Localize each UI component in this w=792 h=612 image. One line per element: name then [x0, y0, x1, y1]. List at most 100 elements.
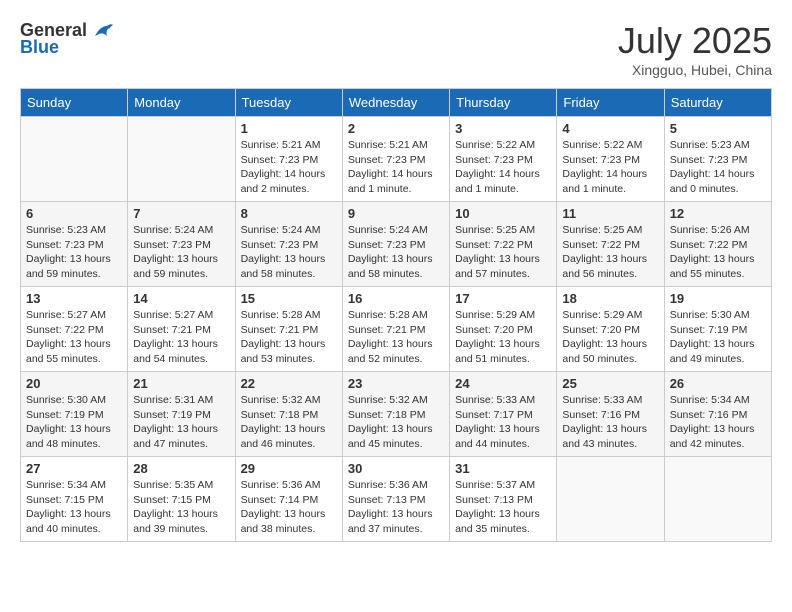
calendar-cell: 26 Sunrise: 5:34 AM Sunset: 7:16 PM Dayli…	[664, 372, 771, 457]
day-number: 19	[670, 291, 766, 306]
calendar-cell: 7 Sunrise: 5:24 AM Sunset: 7:23 PM Daylig…	[128, 202, 235, 287]
day-info: Sunrise: 5:31 AM Sunset: 7:19 PM Dayligh…	[133, 393, 229, 452]
day-number: 14	[133, 291, 229, 306]
calendar-cell: 8 Sunrise: 5:24 AM Sunset: 7:23 PM Daylig…	[235, 202, 342, 287]
calendar-cell	[128, 117, 235, 202]
day-number: 21	[133, 376, 229, 391]
day-info: Sunrise: 5:26 AM Sunset: 7:22 PM Dayligh…	[670, 223, 766, 282]
day-number: 7	[133, 206, 229, 221]
calendar-cell: 5 Sunrise: 5:23 AM Sunset: 7:23 PM Daylig…	[664, 117, 771, 202]
calendar-cell: 1 Sunrise: 5:21 AM Sunset: 7:23 PM Daylig…	[235, 117, 342, 202]
day-info: Sunrise: 5:32 AM Sunset: 7:18 PM Dayligh…	[241, 393, 337, 452]
day-info: Sunrise: 5:25 AM Sunset: 7:22 PM Dayligh…	[562, 223, 658, 282]
calendar-cell	[21, 117, 128, 202]
day-number: 26	[670, 376, 766, 391]
calendar-cell: 22 Sunrise: 5:32 AM Sunset: 7:18 PM Dayli…	[235, 372, 342, 457]
day-number: 1	[241, 121, 337, 136]
calendar-cell: 12 Sunrise: 5:26 AM Sunset: 7:22 PM Dayli…	[664, 202, 771, 287]
calendar-cell: 6 Sunrise: 5:23 AM Sunset: 7:23 PM Daylig…	[21, 202, 128, 287]
day-number: 17	[455, 291, 551, 306]
calendar-week-row: 13 Sunrise: 5:27 AM Sunset: 7:22 PM Dayli…	[21, 287, 772, 372]
calendar-cell: 21 Sunrise: 5:31 AM Sunset: 7:19 PM Dayli…	[128, 372, 235, 457]
calendar-cell: 28 Sunrise: 5:35 AM Sunset: 7:15 PM Dayli…	[128, 457, 235, 542]
location: Xingguo, Hubei, China	[618, 62, 772, 78]
day-info: Sunrise: 5:21 AM Sunset: 7:23 PM Dayligh…	[241, 138, 337, 197]
day-info: Sunrise: 5:27 AM Sunset: 7:22 PM Dayligh…	[26, 308, 122, 367]
day-info: Sunrise: 5:22 AM Sunset: 7:23 PM Dayligh…	[562, 138, 658, 197]
day-info: Sunrise: 5:22 AM Sunset: 7:23 PM Dayligh…	[455, 138, 551, 197]
calendar-cell: 30 Sunrise: 5:36 AM Sunset: 7:13 PM Dayli…	[342, 457, 449, 542]
day-info: Sunrise: 5:34 AM Sunset: 7:16 PM Dayligh…	[670, 393, 766, 452]
day-number: 10	[455, 206, 551, 221]
day-info: Sunrise: 5:23 AM Sunset: 7:23 PM Dayligh…	[26, 223, 122, 282]
day-number: 30	[348, 461, 444, 476]
day-number: 2	[348, 121, 444, 136]
weekday-header-saturday: Saturday	[664, 89, 771, 117]
logo-bird-icon	[91, 22, 113, 40]
day-number: 24	[455, 376, 551, 391]
day-number: 18	[562, 291, 658, 306]
day-info: Sunrise: 5:25 AM Sunset: 7:22 PM Dayligh…	[455, 223, 551, 282]
day-number: 15	[241, 291, 337, 306]
day-info: Sunrise: 5:36 AM Sunset: 7:14 PM Dayligh…	[241, 478, 337, 537]
calendar-cell: 24 Sunrise: 5:33 AM Sunset: 7:17 PM Dayli…	[450, 372, 557, 457]
day-info: Sunrise: 5:36 AM Sunset: 7:13 PM Dayligh…	[348, 478, 444, 537]
day-number: 4	[562, 121, 658, 136]
day-number: 28	[133, 461, 229, 476]
calendar-cell: 13 Sunrise: 5:27 AM Sunset: 7:22 PM Dayli…	[21, 287, 128, 372]
day-number: 16	[348, 291, 444, 306]
calendar-cell: 3Sunrise: 5:22 AM Sunset: 7:23 PM Daylig…	[450, 117, 557, 202]
calendar-cell: 20Sunrise: 5:30 AM Sunset: 7:19 PM Dayli…	[21, 372, 128, 457]
title-block: July 2025 Xingguo, Hubei, China	[618, 20, 772, 78]
day-number: 29	[241, 461, 337, 476]
calendar-cell	[557, 457, 664, 542]
day-number: 9	[348, 206, 444, 221]
calendar-cell: 10 Sunrise: 5:25 AM Sunset: 7:22 PM Dayli…	[450, 202, 557, 287]
day-number: 27	[26, 461, 122, 476]
day-number: 11	[562, 206, 658, 221]
calendar-week-row: 20Sunrise: 5:30 AM Sunset: 7:19 PM Dayli…	[21, 372, 772, 457]
day-info: Sunrise: 5:28 AM Sunset: 7:21 PM Dayligh…	[348, 308, 444, 367]
day-number: 6	[26, 206, 122, 221]
day-number: 31	[455, 461, 551, 476]
day-info: Sunrise: 5:30 AM Sunset: 7:19 PM Dayligh…	[26, 393, 122, 452]
day-number: 22	[241, 376, 337, 391]
weekday-header-wednesday: Wednesday	[342, 89, 449, 117]
day-info: Sunrise: 5:24 AM Sunset: 7:23 PM Dayligh…	[133, 223, 229, 282]
day-number: 5	[670, 121, 766, 136]
calendar-week-row: 6 Sunrise: 5:23 AM Sunset: 7:23 PM Daylig…	[21, 202, 772, 287]
day-info: Sunrise: 5:33 AM Sunset: 7:17 PM Dayligh…	[455, 393, 551, 452]
calendar-cell: 2 Sunrise: 5:21 AM Sunset: 7:23 PM Daylig…	[342, 117, 449, 202]
weekday-header-friday: Friday	[557, 89, 664, 117]
day-info: Sunrise: 5:21 AM Sunset: 7:23 PM Dayligh…	[348, 138, 444, 197]
calendar-week-row: 1 Sunrise: 5:21 AM Sunset: 7:23 PM Daylig…	[21, 117, 772, 202]
calendar-cell: 14 Sunrise: 5:27 AM Sunset: 7:21 PM Dayli…	[128, 287, 235, 372]
calendar-cell: 11 Sunrise: 5:25 AM Sunset: 7:22 PM Dayli…	[557, 202, 664, 287]
day-info: Sunrise: 5:32 AM Sunset: 7:18 PM Dayligh…	[348, 393, 444, 452]
day-info: Sunrise: 5:24 AM Sunset: 7:23 PM Dayligh…	[241, 223, 337, 282]
day-info: Sunrise: 5:29 AM Sunset: 7:20 PM Dayligh…	[562, 308, 658, 367]
day-info: Sunrise: 5:33 AM Sunset: 7:16 PM Dayligh…	[562, 393, 658, 452]
calendar-cell: 9Sunrise: 5:24 AM Sunset: 7:23 PM Daylig…	[342, 202, 449, 287]
calendar-cell: 15Sunrise: 5:28 AM Sunset: 7:21 PM Dayli…	[235, 287, 342, 372]
logo: General Blue	[20, 20, 113, 58]
calendar-cell: 4 Sunrise: 5:22 AM Sunset: 7:23 PM Daylig…	[557, 117, 664, 202]
day-number: 8	[241, 206, 337, 221]
day-number: 12	[670, 206, 766, 221]
day-info: Sunrise: 5:29 AM Sunset: 7:20 PM Dayligh…	[455, 308, 551, 367]
day-info: Sunrise: 5:23 AM Sunset: 7:23 PM Dayligh…	[670, 138, 766, 197]
calendar-table: SundayMondayTuesdayWednesdayThursdayFrid…	[20, 88, 772, 542]
calendar-cell: 18 Sunrise: 5:29 AM Sunset: 7:20 PM Dayli…	[557, 287, 664, 372]
calendar-cell: 23Sunrise: 5:32 AM Sunset: 7:18 PM Dayli…	[342, 372, 449, 457]
weekday-header-thursday: Thursday	[450, 89, 557, 117]
weekday-header-monday: Monday	[128, 89, 235, 117]
month-title: July 2025	[618, 20, 772, 62]
calendar-cell: 27 Sunrise: 5:34 AM Sunset: 7:15 PM Dayli…	[21, 457, 128, 542]
day-info: Sunrise: 5:35 AM Sunset: 7:15 PM Dayligh…	[133, 478, 229, 537]
day-info: Sunrise: 5:34 AM Sunset: 7:15 PM Dayligh…	[26, 478, 122, 537]
calendar-header-row: SundayMondayTuesdayWednesdayThursdayFrid…	[21, 89, 772, 117]
day-info: Sunrise: 5:27 AM Sunset: 7:21 PM Dayligh…	[133, 308, 229, 367]
day-number: 13	[26, 291, 122, 306]
calendar-cell	[664, 457, 771, 542]
day-number: 25	[562, 376, 658, 391]
